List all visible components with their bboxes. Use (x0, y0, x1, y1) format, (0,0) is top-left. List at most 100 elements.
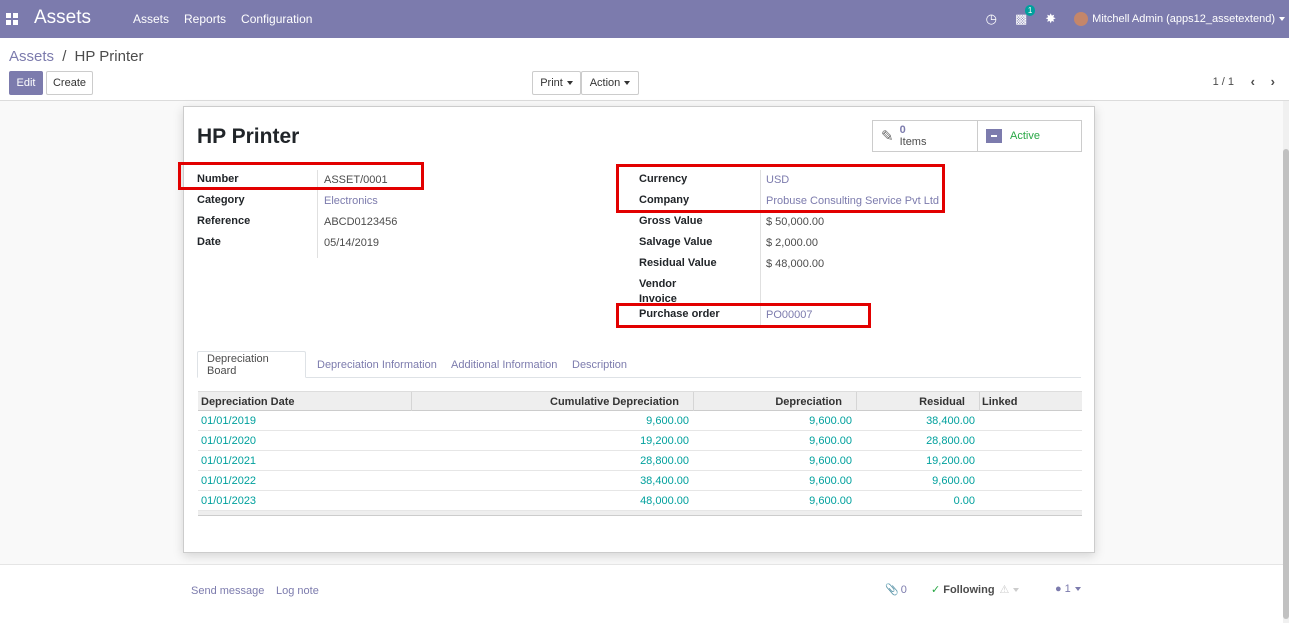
col-separator (411, 392, 412, 411)
debug-bug-icon[interactable]: ✸ (1045, 11, 1056, 27)
following-button[interactable]: ✓ Following ⚠ (931, 583, 1020, 596)
table-footer (198, 511, 1082, 516)
col-residual[interactable]: Residual (919, 396, 965, 408)
row-date[interactable]: 01/01/2020 (201, 435, 256, 447)
row-cumulative: 9,600.00 (646, 415, 689, 427)
category-value[interactable]: Electronics (324, 195, 378, 207)
table-row[interactable]: 01/01/2019 9,600.00 9,600.00 38,400.00 (198, 411, 1082, 431)
table-row[interactable]: 01/01/2020 19,200.00 9,600.00 28,800.00 (198, 431, 1082, 451)
table-header: Depreciation Date Cumulative Depreciatio… (198, 391, 1082, 411)
pager-next-icon[interactable]: › (1271, 74, 1275, 89)
tab-description[interactable]: Description (563, 351, 636, 378)
print-dropdown[interactable]: Print (532, 71, 581, 95)
following-caret-icon[interactable] (1013, 587, 1020, 592)
create-button[interactable]: Create (46, 71, 93, 95)
scrollbar-thumb[interactable] (1283, 149, 1289, 619)
items-stat: 0 Items (900, 124, 927, 148)
items-label: Items (899, 136, 927, 148)
paperclip-icon: 📎 (885, 584, 899, 596)
row-date[interactable]: 01/01/2022 (201, 475, 256, 487)
archive-icon (986, 129, 1002, 143)
row-depreciation: 9,600.00 (809, 495, 852, 507)
row-residual: 9,600.00 (932, 475, 975, 487)
control-panel: Assets / HP Printer Edit Create Print Ac… (0, 38, 1289, 101)
breadcrumb: Assets / HP Printer (9, 48, 143, 65)
highlight-currency-company (616, 164, 945, 213)
action-label: Action (589, 77, 621, 89)
followers-caret-icon (1074, 587, 1081, 591)
col-cumulative-depreciation[interactable]: Cumulative Depreciation (550, 396, 679, 408)
user-avatar[interactable] (1074, 12, 1089, 26)
row-cumulative: 38,400.00 (640, 475, 689, 487)
col-depreciation-date[interactable]: Depreciation Date (201, 396, 295, 408)
apps-menu-icon[interactable] (4, 11, 20, 27)
followers-user-icon: ● (1055, 583, 1062, 595)
send-message-button[interactable]: Send message (191, 585, 264, 597)
tab-additional-information[interactable]: Additional Information (442, 351, 566, 378)
row-residual: 19,200.00 (926, 455, 975, 467)
log-note-button[interactable]: Log note (276, 585, 319, 597)
pager-value[interactable]: 1 / 1 (1213, 76, 1234, 88)
active-label: Active (1010, 130, 1040, 142)
date-label: Date (197, 236, 221, 248)
menu-item-reports[interactable]: Reports (184, 12, 226, 26)
attachments-button[interactable]: 📎 0 (885, 583, 907, 597)
chatter: Send message Log note 📎 0 ✓ Following ⚠ … (0, 564, 1283, 623)
form-sheet: HP Printer ✎ 0 Items Active Number ASSET/… (178, 106, 1095, 553)
col-depreciation[interactable]: Depreciation (775, 396, 842, 408)
row-residual: 28,800.00 (926, 435, 975, 447)
row-residual: 0.00 (953, 495, 975, 507)
notebook-tabs: Depreciation Board Depreciation Informat… (197, 351, 1081, 378)
bell-icon[interactable]: ⚠ (1000, 583, 1010, 596)
row-date[interactable]: 01/01/2023 (201, 495, 256, 507)
col-separator (693, 392, 694, 411)
user-caret-icon (1279, 17, 1285, 22)
salvage-value-value: $ 2,000.00 (766, 237, 818, 249)
menu-item-configuration[interactable]: Configuration (241, 12, 312, 26)
action-dropdown[interactable]: Action (581, 71, 639, 95)
action-caret-icon (624, 81, 631, 85)
col-linked[interactable]: Linked (982, 396, 1017, 408)
tab-depreciation-board[interactable]: Depreciation Board (197, 351, 306, 378)
date-value: 05/14/2019 (324, 237, 380, 249)
print-caret-icon (566, 81, 573, 85)
page-scrollbar[interactable] (1283, 101, 1289, 623)
row-depreciation: 9,600.00 (809, 435, 852, 447)
items-count: 0 (899, 124, 906, 136)
chat-messages-icon[interactable]: ▩ 1 (1015, 5, 1036, 27)
table-row[interactable]: 01/01/2022 38,400.00 9,600.00 9,600.00 (198, 471, 1082, 491)
row-date[interactable]: 01/01/2021 (201, 455, 256, 467)
reference-value: ABCD0123456 (324, 216, 398, 228)
attachments-count: 0 (900, 583, 907, 596)
breadcrumb-assets[interactable]: Assets (9, 48, 54, 65)
navbar-systray: ◷ ▩ 1 ✸ Mitchell Admin (apps12_assetexten… (986, 0, 1289, 38)
app-brand[interactable]: Assets (34, 7, 91, 29)
reference-label: Reference (197, 215, 251, 227)
category-label: Category (197, 194, 245, 206)
asset-title: HP Printer (197, 125, 300, 148)
activity-clock-icon[interactable]: ◷ (986, 11, 997, 27)
user-menu[interactable]: Mitchell Admin (apps12_assetextend) (1092, 13, 1285, 25)
menu-item-assets[interactable]: Assets (133, 12, 169, 26)
row-cumulative: 28,800.00 (640, 455, 689, 467)
vendor-label: Vendor (639, 278, 677, 290)
highlight-purchase-order (616, 303, 871, 328)
pager-previous-icon[interactable]: ‹ (1251, 74, 1255, 89)
active-toggle-button[interactable]: Active (977, 120, 1082, 152)
table-row[interactable]: 01/01/2023 48,000.00 9,600.00 0.00 (198, 491, 1082, 511)
gross-value-value: $ 50,000.00 (766, 216, 825, 228)
highlight-number (178, 162, 424, 190)
breadcrumb-separator: / (62, 48, 67, 65)
row-cumulative: 48,000.00 (640, 495, 689, 507)
items-smart-button[interactable]: ✎ 0 Items (872, 120, 978, 152)
main-menu: Assets Reports Configuration (133, 12, 327, 26)
row-cumulative: 19,200.00 (640, 435, 689, 447)
followers-button[interactable]: ● 1 (1055, 583, 1081, 595)
edit-button[interactable]: Edit (9, 71, 43, 95)
row-depreciation: 9,600.00 (809, 455, 852, 467)
row-depreciation: 9,600.00 (809, 415, 852, 427)
row-date[interactable]: 01/01/2019 (201, 415, 256, 427)
table-row[interactable]: 01/01/2021 28,800.00 9,600.00 19,200.00 (198, 451, 1082, 471)
depreciation-table: Depreciation Date Cumulative Depreciatio… (198, 391, 1082, 516)
tab-depreciation-information[interactable]: Depreciation Information (308, 351, 446, 378)
